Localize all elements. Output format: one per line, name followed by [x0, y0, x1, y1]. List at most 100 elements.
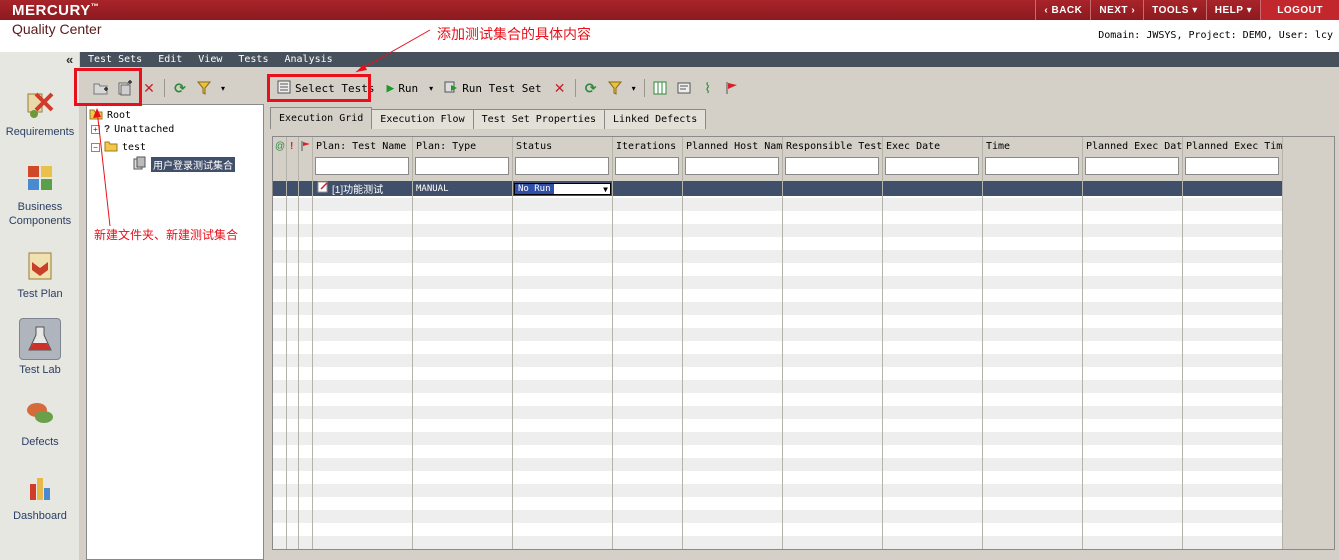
tab-test-set-properties[interactable]: Test Set Properties [473, 109, 605, 129]
tree-node-root[interactable]: Root [89, 108, 131, 123]
col-time[interactable]: Time [983, 137, 1083, 549]
col-planned-host-name[interactable]: Planned Host Nam [683, 137, 783, 549]
filter-time[interactable] [985, 157, 1079, 175]
menu-bar: Test Sets Edit View Tests Analysis [80, 52, 1339, 67]
refresh-icon[interactable]: ⟳ [171, 79, 189, 97]
execution-grid: @ ! Plan: Test Name Plan: Type Status It… [272, 136, 1335, 550]
attachment-icon: @ [275, 141, 286, 152]
filter-plan-type[interactable] [415, 157, 509, 175]
module-sidebar: « Requirements Business Components Test … [0, 52, 80, 560]
test-lab-icon [19, 318, 61, 360]
filter-dropdown-icon[interactable]: ▾ [630, 79, 638, 97]
menu-test-sets[interactable]: Test Sets [88, 54, 142, 65]
chevron-right-icon: › [1128, 4, 1136, 16]
toolbar-separator [574, 79, 576, 97]
annotation-select-tests: 添加测试集合的具体内容 [437, 26, 591, 42]
tree-node-test-folder[interactable]: − test [91, 140, 146, 155]
flag-icon [301, 141, 311, 154]
annotation-new-folder: 新建文件夹、新建测试集合 [94, 228, 239, 242]
module-dashboard[interactable]: Dashboard [0, 470, 80, 522]
filter-responsible-tester[interactable] [785, 157, 879, 175]
tab-linked-defects[interactable]: Linked Defects [604, 109, 707, 129]
next-button[interactable]: NEXT › [1090, 0, 1143, 20]
test-sets-tree: Root + ? Unattached − test 用户登录测试集合 [86, 104, 264, 560]
menu-edit[interactable]: Edit [158, 54, 182, 65]
module-requirements[interactable]: Requirements [0, 86, 80, 138]
dashboard-icon [22, 470, 58, 506]
filter-status[interactable] [515, 157, 609, 175]
filter-dropdown-icon[interactable]: ▾ [219, 79, 227, 97]
menu-analysis[interactable]: Analysis [284, 54, 332, 65]
module-test-lab[interactable]: Test Lab [0, 318, 80, 376]
exclamation-icon: ! [290, 141, 294, 152]
expand-icon[interactable]: + [91, 125, 100, 134]
manual-test-icon [317, 181, 329, 196]
collapse-sidebar-icon[interactable]: « [66, 52, 73, 67]
filter-exec-date[interactable] [885, 157, 979, 175]
module-business-components[interactable]: Business Components [0, 160, 80, 228]
chevron-left-icon: ‹ [1044, 4, 1052, 16]
business-components-icon [22, 160, 58, 196]
tab-execution-grid[interactable]: Execution Grid [270, 107, 373, 129]
col-exec-date[interactable]: Exec Date [883, 137, 983, 549]
filter-iterations[interactable] [615, 157, 679, 175]
toolbar-separator [643, 79, 645, 97]
test-set-details-icon[interactable] [675, 79, 693, 97]
run-dropdown-icon[interactable]: ▾ [427, 79, 435, 97]
delete-icon[interactable]: ✕ [140, 79, 158, 97]
cell-test-name[interactable]: [1]功能测试 [317, 181, 383, 196]
filter-icon[interactable] [606, 79, 624, 97]
col-planned-exec-time[interactable]: Planned Exec Tim [1183, 137, 1283, 549]
flag-icon[interactable] [723, 79, 741, 97]
play-icon: ▶ [386, 80, 395, 96]
module-test-plan[interactable]: Test Plan [0, 248, 80, 300]
delete-icon[interactable]: ✕ [551, 79, 569, 97]
horizontal-scrollbar[interactable] [272, 550, 1335, 560]
product-title: Quality Center [12, 21, 102, 37]
col-responsible-tester[interactable]: Responsible Test [783, 137, 883, 549]
back-button[interactable]: ‹ BACK [1035, 0, 1090, 20]
tab-execution-flow[interactable]: Execution Flow [372, 109, 474, 129]
unattached-icon: ? [104, 124, 111, 135]
tree-node-unattached[interactable]: + ? Unattached [91, 124, 174, 135]
tab-strip: Execution Grid Execution Flow Test Set P… [270, 107, 707, 129]
cell-type: MANUAL [416, 183, 449, 194]
tools-button[interactable]: TOOLS ▾ [1143, 0, 1206, 20]
requirements-icon [22, 86, 58, 122]
attachment-icon[interactable]: ⌇ [699, 79, 717, 97]
grid-empty-area [1283, 137, 1334, 549]
filter-planned-exec-time[interactable] [1185, 157, 1279, 175]
select-columns-icon[interactable] [651, 79, 669, 97]
header-nav: ‹ BACK NEXT › TOOLS ▾ HELP ▾ LOGOUT [1035, 0, 1339, 20]
col-attachment: @ [273, 137, 287, 549]
menu-tests[interactable]: Tests [238, 54, 268, 65]
caret-down-icon: ▾ [1188, 4, 1198, 16]
defects-icon [22, 396, 58, 432]
collapse-icon[interactable]: − [91, 143, 100, 152]
mercury-logo: MERCURY™ [12, 2, 100, 19]
menu-view[interactable]: View [198, 54, 222, 65]
filter-planned-host-name[interactable] [685, 157, 779, 175]
filter-icon[interactable] [195, 79, 213, 97]
header-bar: MERCURY™ ‹ BACK NEXT › TOOLS ▾ HELP ▾ LO… [0, 0, 1339, 20]
col-planned-exec-date[interactable]: Planned Exec Dat [1083, 137, 1183, 549]
context-info: Domain: JWSYS, Project: DEMO, User: lcy [1098, 30, 1333, 41]
col-plan-test-name[interactable]: Plan: Test Name [313, 137, 413, 549]
tree-node-test-set[interactable]: 用户登录测试集合 [133, 156, 235, 173]
folder-open-icon [89, 108, 103, 123]
annotation-box-new-folder [74, 68, 142, 106]
col-status[interactable]: Status [513, 137, 613, 549]
refresh-icon[interactable]: ⟳ [582, 79, 600, 97]
grid-toolbar: Select Tests ▶ Run ▾ Run Test Set ✕ ⟳ ▾ … [270, 75, 1335, 101]
col-plan-type[interactable]: Plan: Type [413, 137, 513, 549]
col-iterations[interactable]: Iterations [613, 137, 683, 549]
status-select[interactable]: No Run ▼ [514, 183, 611, 195]
module-defects[interactable]: Defects [0, 396, 80, 448]
filter-planned-exec-date[interactable] [1085, 157, 1179, 175]
run-test-set-button[interactable]: Run Test Set [441, 78, 544, 98]
run-button[interactable]: ▶ Run [383, 78, 421, 98]
run-test-set-icon [444, 80, 458, 97]
filter-plan-test-name[interactable] [315, 157, 409, 175]
logout-button[interactable]: LOGOUT [1260, 0, 1339, 20]
help-button[interactable]: HELP ▾ [1205, 0, 1260, 20]
